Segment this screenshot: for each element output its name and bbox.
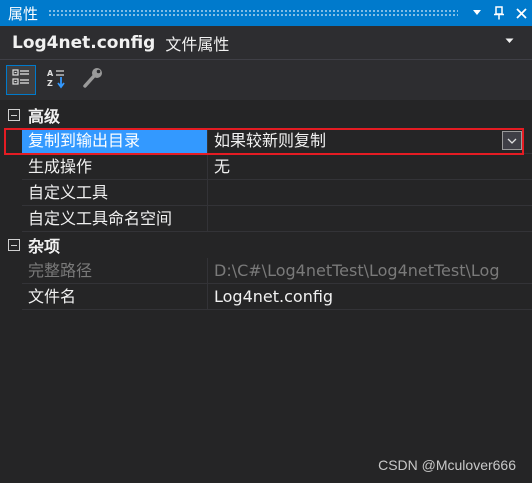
category-label: 高级 bbox=[28, 107, 61, 126]
property-row-full-path[interactable]: 完整路径 D:\C#\Log4netTest\Log4netTest\Log bbox=[0, 258, 532, 284]
property-name[interactable]: 生成操作 bbox=[22, 154, 208, 180]
property-row-custom-tool[interactable]: 自定义工具 bbox=[0, 180, 532, 206]
property-name[interactable]: 自定义工具命名空间 bbox=[22, 206, 208, 232]
object-selector[interactable]: Log4net.config 文件属性 bbox=[0, 26, 532, 60]
watermark: CSDN @Mculover666 bbox=[378, 457, 516, 473]
svg-text:A: A bbox=[47, 69, 54, 78]
property-value-dropdown[interactable]: 如果较新则复制 bbox=[208, 128, 532, 154]
pin-icon[interactable] bbox=[488, 2, 510, 24]
property-name[interactable]: 文件名 bbox=[22, 284, 208, 310]
row-gutter bbox=[0, 128, 22, 154]
alphabetical-button[interactable]: A Z bbox=[42, 65, 72, 95]
row-gutter bbox=[0, 284, 22, 310]
dropdown-button[interactable] bbox=[502, 131, 522, 150]
property-value[interactable]: 无 bbox=[208, 154, 532, 180]
object-name: Log4net.config bbox=[12, 32, 156, 53]
collapse-icon[interactable] bbox=[8, 239, 20, 251]
object-type: 文件属性 bbox=[165, 34, 230, 54]
wrench-icon bbox=[81, 66, 105, 94]
row-gutter bbox=[0, 258, 22, 284]
properties-toolbar: A Z bbox=[0, 60, 532, 100]
alphabetical-icon: A Z bbox=[46, 67, 68, 93]
chevron-down-icon bbox=[507, 138, 517, 144]
property-row-custom-tool-namespace[interactable]: 自定义工具命名空间 bbox=[0, 206, 532, 232]
category-label: 杂项 bbox=[28, 237, 61, 256]
property-row-file-name[interactable]: 文件名 Log4net.config bbox=[0, 284, 532, 310]
window-title: 属性 bbox=[8, 4, 39, 23]
property-name[interactable]: 复制到输出目录 bbox=[22, 128, 208, 154]
close-icon[interactable] bbox=[510, 2, 532, 24]
category-advanced[interactable]: 高级 bbox=[0, 102, 532, 128]
categorized-icon bbox=[11, 68, 31, 92]
chevron-down-icon[interactable] bbox=[505, 36, 514, 47]
property-row-build-action[interactable]: 生成操作 无 bbox=[0, 154, 532, 180]
row-gutter bbox=[0, 154, 22, 180]
window-menu-dropdown-icon[interactable] bbox=[466, 2, 488, 24]
property-value[interactable]: Log4net.config bbox=[208, 284, 532, 310]
property-value[interactable] bbox=[208, 180, 532, 206]
window-title-bar[interactable]: 属性 bbox=[0, 0, 532, 26]
property-row-copy-to-output[interactable]: 复制到输出目录 如果较新则复制 bbox=[0, 128, 532, 154]
property-value[interactable]: D:\C#\Log4netTest\Log4netTest\Log bbox=[208, 258, 532, 284]
row-gutter bbox=[0, 180, 22, 206]
row-gutter bbox=[0, 206, 22, 232]
svg-text:Z: Z bbox=[47, 79, 53, 88]
property-value[interactable] bbox=[208, 206, 532, 232]
category-misc[interactable]: 杂项 bbox=[0, 232, 532, 258]
property-name[interactable]: 自定义工具 bbox=[22, 180, 208, 206]
property-grid: 高级 复制到输出目录 如果较新则复制 生成操作 无 自定义工具 自定义工具命名空… bbox=[0, 102, 532, 310]
title-grip[interactable] bbox=[48, 9, 458, 17]
property-value: 如果较新则复制 bbox=[214, 131, 327, 150]
property-pages-button[interactable] bbox=[78, 65, 108, 95]
categorized-button[interactable] bbox=[6, 65, 36, 95]
collapse-icon[interactable] bbox=[8, 109, 20, 121]
property-name[interactable]: 完整路径 bbox=[22, 258, 208, 284]
